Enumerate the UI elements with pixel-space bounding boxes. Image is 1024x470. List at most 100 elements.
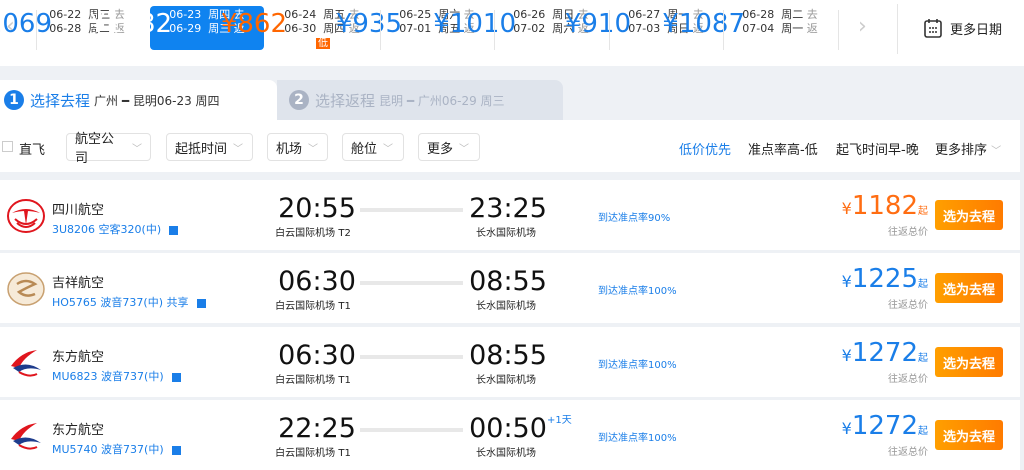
ret-date: 07-02: [513, 22, 546, 35]
price-from: 起: [918, 426, 928, 437]
filter-dropdown[interactable]: 更多 ﹀: [418, 133, 480, 161]
departure-time: 06:30: [278, 340, 356, 371]
arrival-airport: 长水国际机场: [476, 301, 536, 312]
flight-row: 东方航空 MU6823 波音737(中) 06:30 白云国际机场 T1 08:…: [0, 327, 1020, 397]
share-tag: 共享: [166, 296, 189, 309]
arrival-airport: 长水国际机场: [476, 448, 536, 459]
filter-dropdown[interactable]: 舱位 ﹀: [342, 133, 404, 161]
arrival-airport: 长水国际机场: [476, 375, 536, 386]
divider: [494, 10, 495, 50]
filter-label: 起抵时间: [175, 141, 228, 157]
direct-checkbox[interactable]: [2, 141, 13, 152]
flight-arrow-line: [360, 208, 463, 212]
ontime-rate: 到达准点率100%: [598, 360, 677, 371]
currency: ¥: [841, 419, 852, 438]
ret-date: 07-04: [742, 22, 775, 35]
divider: [609, 10, 610, 50]
out-date: 06-26: [513, 8, 546, 21]
price-from: 起: [918, 279, 928, 290]
ontime-rate: 到达准点率100%: [598, 433, 677, 444]
date-option[interactable]: 06-28 周二 去 07-04 周一 返 ¥1087: [662, 6, 837, 50]
sort-more-label: 更多排序: [935, 143, 988, 158]
ret-date: 07-01: [399, 22, 432, 35]
out-date: 06-25: [399, 8, 432, 21]
price-value: 1272: [851, 411, 918, 441]
date-price: ¥1087: [662, 9, 745, 39]
price-from: 起: [918, 206, 928, 217]
price: ¥1272起: [842, 338, 928, 368]
out-weekday: 周二: [781, 8, 804, 21]
flight-info[interactable]: HO5765 波音737(中) 共享: [52, 294, 206, 310]
currency: ¥: [841, 199, 852, 218]
arrival-time: 00:50: [469, 413, 547, 444]
price-from: 起: [918, 353, 928, 364]
divider: [838, 10, 839, 50]
flight-number: HO5765 波音737(中): [52, 296, 163, 309]
ret-date: 07-03: [628, 22, 661, 35]
airline-name: 东方航空: [52, 350, 105, 365]
flight-info[interactable]: MU5740 波音737(中): [52, 441, 181, 457]
flight-info[interactable]: 3U8206 空客320(中): [52, 221, 179, 237]
chevron-down-icon: ﹀: [233, 143, 244, 155]
sort-ontime[interactable]: 准点率高-低: [748, 139, 818, 158]
select-outbound-button[interactable]: 选为去程: [935, 200, 1003, 230]
play-icon[interactable]: [171, 372, 181, 382]
ret-date: 06-28: [49, 22, 82, 35]
flight-info[interactable]: MU6823 波音737(中): [52, 368, 181, 384]
sort-departure[interactable]: 起飞时间早-晚: [836, 139, 919, 158]
price-value: 1225: [851, 264, 918, 294]
select-outbound-button[interactable]: 选为去程: [935, 347, 1003, 377]
tab-route: 广州 ━ 昆明06-23 周四: [94, 93, 220, 108]
sort-more[interactable]: 更多排序 ﹀: [935, 139, 1001, 158]
ret-weekday: 周一: [781, 22, 804, 35]
out-date: 06-28: [742, 8, 775, 21]
sort-price[interactable]: 低价优先: [679, 139, 731, 158]
currency: ¥: [841, 346, 852, 365]
select-outbound-button[interactable]: 选为去程: [935, 273, 1003, 303]
airline-name: 四川航空: [52, 203, 105, 218]
airline-logo-icon: [7, 197, 45, 235]
date-price: ¥1182: [89, 9, 172, 39]
price-value: 1182: [851, 191, 918, 221]
filter-label: 更多: [427, 141, 454, 157]
chevron-down-icon: ﹀: [308, 143, 319, 155]
departure-airport: 白云国际机场 T1: [275, 448, 351, 459]
more-dates-button[interactable]: 更多日期: [924, 18, 1002, 38]
price: ¥1225起: [842, 264, 928, 294]
tab-label: 选择去程: [30, 91, 91, 110]
date-price: ¥935: [335, 9, 402, 39]
price: ¥1272起: [842, 411, 928, 441]
airline-name: 吉祥航空: [52, 276, 105, 291]
tab-select-outbound[interactable]: 1 选择去程 广州 ━ 昆明06-23 周四: [0, 80, 277, 120]
arrival-airport: 长水国际机场: [476, 228, 536, 239]
play-icon[interactable]: [196, 298, 206, 308]
filter-dropdown[interactable]: 机场 ﹀: [267, 133, 328, 161]
flight-number: 3U8206 空客320(中): [52, 223, 162, 236]
chevron-down-icon: ﹀: [383, 143, 394, 155]
ret-tag: 返: [806, 22, 818, 35]
out-date: 06-27: [628, 8, 661, 21]
tab-select-return[interactable]: 2 选择返程 昆明 ━ 广州06-29 周三: [277, 80, 563, 120]
chevron-down-icon: ﹀: [132, 143, 142, 155]
more-dates-label: 更多日期: [950, 22, 1003, 38]
select-outbound-button[interactable]: 选为去程: [935, 420, 1003, 450]
airline-logo-icon: [7, 344, 45, 382]
arrival-time: 08:55: [469, 340, 547, 371]
departure-airport: 白云国际机场 T2: [275, 228, 351, 239]
flight-arrow-line: [360, 281, 463, 285]
date-price: ¥862: [220, 9, 287, 39]
flight-number: MU5740 波音737(中): [52, 443, 164, 456]
departure-airport: 白云国际机场 T1: [275, 375, 351, 386]
step-number: 2: [289, 90, 309, 110]
filter-dropdown[interactable]: 航空公司 ﹀: [66, 132, 151, 166]
next-dates-arrow-icon[interactable]: ›: [858, 14, 867, 39]
step-number: 1: [4, 90, 24, 110]
direct-label[interactable]: 直飞: [19, 139, 45, 158]
chevron-down-icon: ﹀: [991, 146, 1002, 157]
play-icon[interactable]: [169, 225, 179, 235]
filter-dropdown[interactable]: 起抵时间 ﹀: [166, 133, 253, 161]
ontime-rate: 到达准点率100%: [598, 286, 677, 297]
divider: [36, 10, 37, 50]
airline-logo-icon: [7, 270, 45, 308]
play-icon[interactable]: [171, 445, 181, 455]
